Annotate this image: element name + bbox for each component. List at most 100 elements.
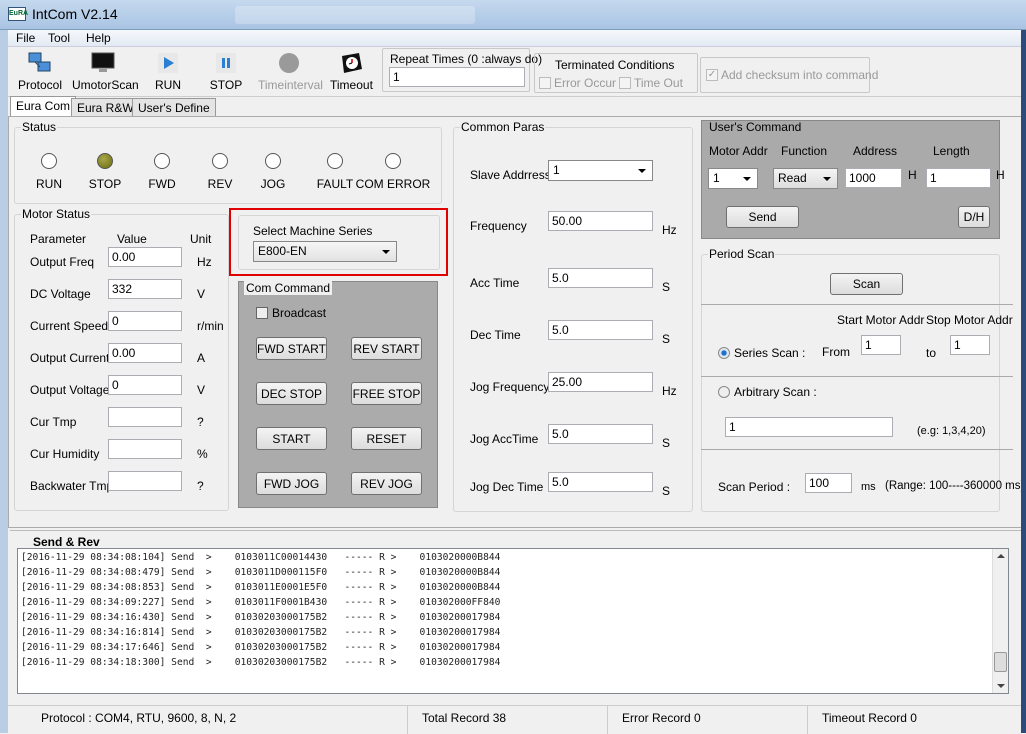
machine-series-select[interactable]: E800-EN bbox=[253, 241, 397, 262]
menu-help[interactable]: Help bbox=[86, 31, 111, 45]
motor-param-unit: r/min bbox=[197, 319, 224, 333]
function-select[interactable]: Read bbox=[773, 168, 838, 189]
motor-param-unit: % bbox=[197, 447, 208, 461]
tab-eura-rw[interactable]: Eura R&W bbox=[71, 98, 140, 116]
play-icon bbox=[156, 52, 180, 74]
scroll-up-icon[interactable] bbox=[997, 554, 1005, 558]
motor-status-title: Motor Status bbox=[22, 207, 91, 221]
dh-button[interactable]: D/H bbox=[958, 206, 990, 228]
param-input[interactable]: 5.0 bbox=[548, 472, 653, 492]
motor-addr-select[interactable]: 1 bbox=[708, 168, 758, 189]
scroll-thumb[interactable] bbox=[994, 652, 1007, 672]
motor-param-name: Cur Tmp bbox=[30, 415, 77, 429]
run-button[interactable]: RUN bbox=[150, 49, 186, 92]
param-input[interactable]: 5.0 bbox=[548, 268, 653, 288]
param-unit: S bbox=[662, 484, 671, 498]
scan-button[interactable]: Scan bbox=[830, 273, 903, 295]
arbitrary-scan-input[interactable] bbox=[725, 417, 893, 437]
fwd-jog-button[interactable]: FWD JOG bbox=[256, 472, 327, 495]
motor-param-value-box: 0 bbox=[108, 311, 182, 331]
motor-addr-value: 1 bbox=[713, 171, 720, 185]
background-window-tab bbox=[235, 6, 475, 24]
chevron-down-icon bbox=[638, 169, 646, 173]
log-entry: [2016-11-29 08:34:08:479] Send > 0103011… bbox=[21, 567, 501, 578]
stop-button[interactable]: STOP bbox=[208, 49, 244, 92]
send-rev-title: Send & Rev bbox=[33, 535, 100, 549]
app-logo: EuRA bbox=[8, 7, 28, 21]
slave-address-select[interactable]: 1 bbox=[548, 160, 653, 181]
rev-start-button[interactable]: REV START bbox=[351, 337, 422, 360]
divider bbox=[701, 449, 1013, 450]
run-label: RUN bbox=[155, 78, 181, 92]
start-button[interactable]: START bbox=[256, 427, 327, 450]
umotorscan-button[interactable]: UmotorScan bbox=[72, 49, 139, 92]
rev-jog-button[interactable]: REV JOG bbox=[351, 472, 422, 495]
timeinterval-label: Timeinterval bbox=[258, 78, 323, 92]
header-unit: Unit bbox=[190, 232, 212, 246]
timeinterval-button[interactable]: Timeinterval bbox=[258, 49, 323, 92]
param-input[interactable]: 5.0 bbox=[548, 424, 653, 444]
log-scrollbar[interactable] bbox=[992, 549, 1008, 693]
menu-tool[interactable]: Tool bbox=[48, 31, 70, 45]
motor-param-name: DC Voltage bbox=[30, 287, 91, 301]
umotorscan-label: UmotorScan bbox=[72, 78, 139, 92]
param-unit: S bbox=[662, 436, 671, 450]
send-button[interactable]: Send bbox=[726, 206, 799, 228]
fwd-start-button[interactable]: FWD START bbox=[256, 337, 327, 360]
free-stop-button[interactable]: FREE STOP bbox=[351, 382, 422, 405]
protocol-label: Protocol bbox=[18, 78, 63, 92]
param-name: Jog Frequency bbox=[470, 380, 550, 394]
param-value: 25.00 bbox=[552, 375, 583, 389]
param-name: Dec Time bbox=[470, 328, 521, 342]
motor-param-name: Current Speed bbox=[30, 319, 109, 333]
window-title: IntCom V2.14 bbox=[32, 6, 118, 22]
param-value: 5.0 bbox=[552, 427, 569, 441]
motor-param-value-box bbox=[108, 439, 182, 459]
param-name: Slave Addrress bbox=[470, 168, 551, 182]
send-rev-log[interactable]: [2016-11-29 08:34:08:104] Send > 0103011… bbox=[17, 548, 1009, 694]
menu-bar: File Tool Help bbox=[8, 30, 1026, 47]
param-input[interactable]: 25.00 bbox=[548, 372, 653, 392]
chevron-down-icon bbox=[743, 177, 751, 181]
length-input[interactable] bbox=[926, 168, 991, 188]
timeout-button[interactable]: Timeout bbox=[330, 49, 373, 92]
checksum-checkbox[interactable]: ✓ bbox=[706, 69, 718, 81]
header-parameter: Parameter bbox=[30, 232, 87, 246]
time-out-checkbox[interactable] bbox=[619, 77, 631, 89]
param-input[interactable]: 50.00 bbox=[548, 211, 653, 231]
to-label: to bbox=[926, 346, 937, 360]
motor-param-unit: Hz bbox=[197, 255, 212, 269]
repeat-times-input[interactable] bbox=[389, 67, 525, 87]
series-scan-radio[interactable] bbox=[718, 347, 730, 359]
motor-param-value-box: 332 bbox=[108, 279, 182, 299]
broadcast-checkbox[interactable] bbox=[256, 307, 268, 319]
time-out-label: Time Out bbox=[634, 76, 683, 90]
dec-stop-button[interactable]: DEC STOP bbox=[256, 382, 327, 405]
motor-param-name: Backwater Tmp bbox=[30, 479, 114, 493]
log-entry: [2016-11-29 08:34:18:300] Send > 0103020… bbox=[21, 657, 501, 668]
window-border bbox=[0, 30, 8, 733]
chevron-down-icon bbox=[823, 177, 831, 181]
to-input[interactable] bbox=[950, 335, 990, 355]
reset-button[interactable]: RESET bbox=[351, 427, 422, 450]
period-scan-title: Period Scan bbox=[709, 247, 775, 261]
scan-period-input[interactable] bbox=[805, 473, 852, 493]
led-fwd-indicator bbox=[154, 153, 170, 169]
protocol-button[interactable]: Protocol bbox=[18, 49, 62, 92]
motor-param-value: 0.00 bbox=[112, 250, 136, 264]
arbitrary-scan-radio[interactable] bbox=[718, 386, 730, 398]
menu-file[interactable]: File bbox=[16, 31, 35, 45]
address-hex-label: H bbox=[908, 168, 917, 182]
param-value: 5.0 bbox=[552, 271, 569, 285]
from-input[interactable] bbox=[861, 335, 901, 355]
param-input[interactable]: 5.0 bbox=[548, 320, 653, 340]
motor-param-unit: A bbox=[197, 351, 206, 365]
tab-users-define[interactable]: User's Define bbox=[132, 98, 216, 116]
scroll-down-icon[interactable] bbox=[997, 684, 1005, 688]
series-scan-label: Series Scan : bbox=[734, 346, 806, 360]
divider bbox=[10, 530, 1022, 531]
tab-eura-com[interactable]: Eura Com bbox=[10, 96, 77, 117]
error-occur-checkbox[interactable] bbox=[539, 77, 551, 89]
function-label: Function bbox=[781, 144, 828, 158]
address-input[interactable] bbox=[845, 168, 902, 188]
